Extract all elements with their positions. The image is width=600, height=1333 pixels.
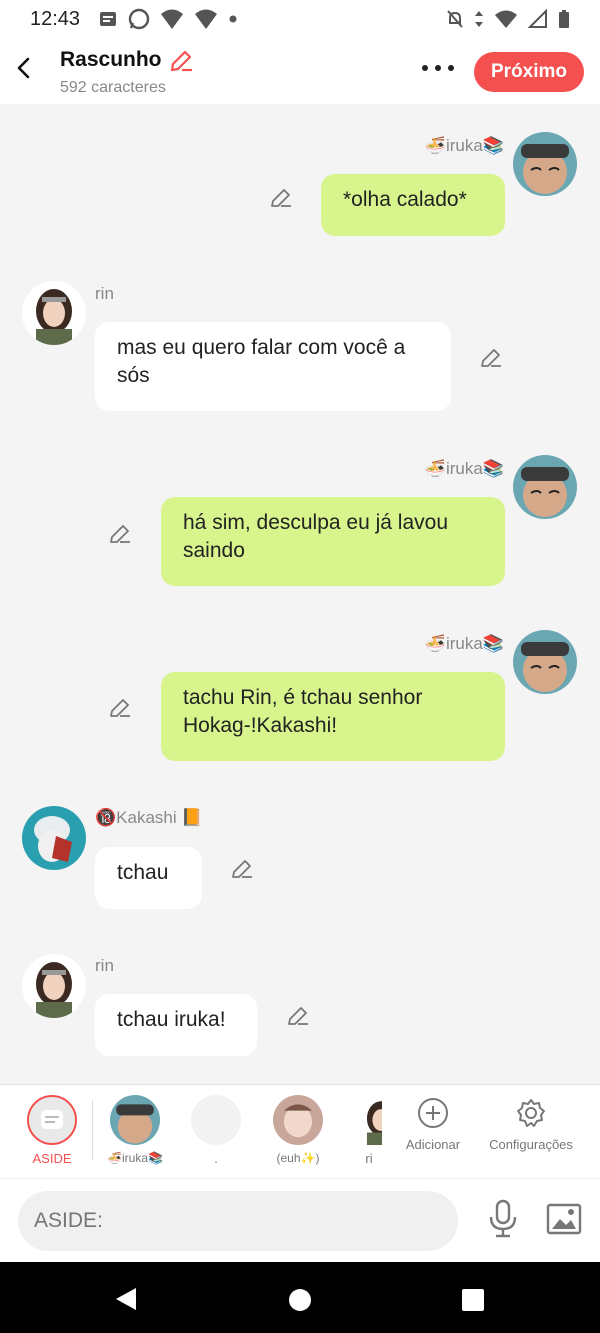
composer-bar — [0, 1178, 600, 1263]
message-author: 🔞Kakashi 📙 — [95, 808, 203, 827]
tab-iruka[interactable]: 🍜iruka📚 — [104, 1085, 166, 1179]
status-bar: 12:43 — [0, 0, 600, 38]
rin-avatar[interactable] — [22, 954, 86, 1018]
whatsapp-icon — [128, 8, 150, 30]
message-bubble[interactable]: tachu Rin, é tchau senhor Hokag-!Kakashi… — [161, 672, 505, 761]
message-author: 🍜iruka📚 — [424, 634, 504, 653]
tab-label: ASIDE — [32, 1151, 72, 1166]
edit-message-icon[interactable] — [108, 522, 132, 546]
message-bubble[interactable]: *olha calado* — [321, 174, 505, 236]
tab-label: (euh✨) — [276, 1151, 320, 1165]
tab-euh[interactable]: (euh✨) — [268, 1085, 328, 1179]
iruka-avatar[interactable] — [513, 132, 577, 196]
system-navigation-bar — [0, 1262, 600, 1333]
message-bubble[interactable]: há sim, desculpa eu já lavou saindo — [161, 497, 505, 586]
edit-message-icon[interactable] — [286, 1004, 310, 1028]
gear-icon — [517, 1099, 545, 1127]
tab-aside[interactable]: ASIDE — [22, 1085, 82, 1179]
edit-message-icon[interactable] — [269, 186, 293, 210]
tab-blank[interactable]: . — [188, 1085, 244, 1179]
blank-avatar — [191, 1095, 241, 1145]
signal-icon — [528, 9, 547, 28]
dot-icon — [229, 15, 237, 23]
character-count: 592 caracteres — [60, 79, 166, 96]
chat-area: 🍜iruka📚 *olha calado* rin mas eu quero f… — [0, 104, 600, 1084]
iruka-avatar[interactable] — [513, 630, 577, 694]
message-bubble[interactable]: mas eu quero falar com você a sós — [95, 322, 451, 411]
rin-avatar — [366, 1101, 382, 1145]
page-title: Rascunho — [60, 48, 162, 71]
data-arrows-icon — [475, 11, 483, 27]
message-author: rin — [95, 956, 114, 975]
edit-message-icon[interactable] — [479, 346, 503, 370]
microphone-icon[interactable] — [488, 1199, 518, 1239]
tab-label: Configurações — [489, 1137, 573, 1152]
system-icons — [446, 9, 570, 29]
tab-label: 🍜iruka📚 — [107, 1151, 163, 1165]
tab-settings[interactable]: Configurações — [486, 1085, 576, 1179]
nav-back-icon[interactable] — [114, 1286, 138, 1312]
edit-message-icon[interactable] — [230, 857, 254, 881]
kakashi-avatar[interactable] — [22, 806, 86, 870]
more-options-icon[interactable] — [420, 60, 456, 76]
nav-recents-icon[interactable] — [461, 1288, 485, 1312]
rin-avatar[interactable] — [22, 281, 86, 345]
euh-avatar — [273, 1095, 323, 1145]
message-bubble[interactable]: tchau — [95, 847, 202, 909]
message-author: 🍜iruka📚 — [424, 459, 504, 478]
notification-icons — [98, 8, 238, 30]
next-button[interactable]: Próximo — [474, 52, 584, 92]
message-input[interactable] — [18, 1191, 458, 1251]
image-icon[interactable] — [546, 1203, 582, 1235]
tab-label: Adicionar — [405, 1137, 461, 1152]
aside-icon — [27, 1095, 77, 1145]
battery-icon — [559, 10, 569, 28]
nav-home-icon[interactable] — [288, 1288, 312, 1312]
vpn-wifi-icon — [161, 9, 183, 29]
tab-label: . — [214, 1151, 218, 1166]
iruka-avatar — [110, 1095, 160, 1145]
wifi-icon — [495, 10, 517, 28]
message-author: rin — [95, 284, 114, 303]
character-tabs: ASIDE 🍜iruka📚 . (euh✨) ri Adicionar Conf… — [0, 1084, 600, 1179]
back-arrow-icon[interactable] — [12, 56, 36, 80]
edit-title-icon[interactable] — [168, 48, 194, 74]
tab-rin[interactable]: ri — [356, 1085, 382, 1179]
message-author: 🍜iruka📚 — [424, 136, 504, 155]
tab-add[interactable]: Adicionar — [400, 1085, 466, 1179]
edit-message-icon[interactable] — [108, 696, 132, 720]
vpn-wifi-icon-2 — [195, 9, 217, 29]
plus-circle-icon — [418, 1098, 448, 1128]
tab-label: ri — [365, 1151, 373, 1166]
message-notification-icon — [100, 12, 116, 26]
status-time: 12:43 — [30, 8, 81, 30]
iruka-avatar[interactable] — [513, 455, 577, 519]
message-bubble[interactable]: tchau iruka! — [95, 994, 257, 1056]
mute-icon — [447, 10, 463, 28]
tab-divider — [92, 1100, 93, 1160]
header-bar: Rascunho 592 caracteres Próximo — [0, 38, 600, 104]
